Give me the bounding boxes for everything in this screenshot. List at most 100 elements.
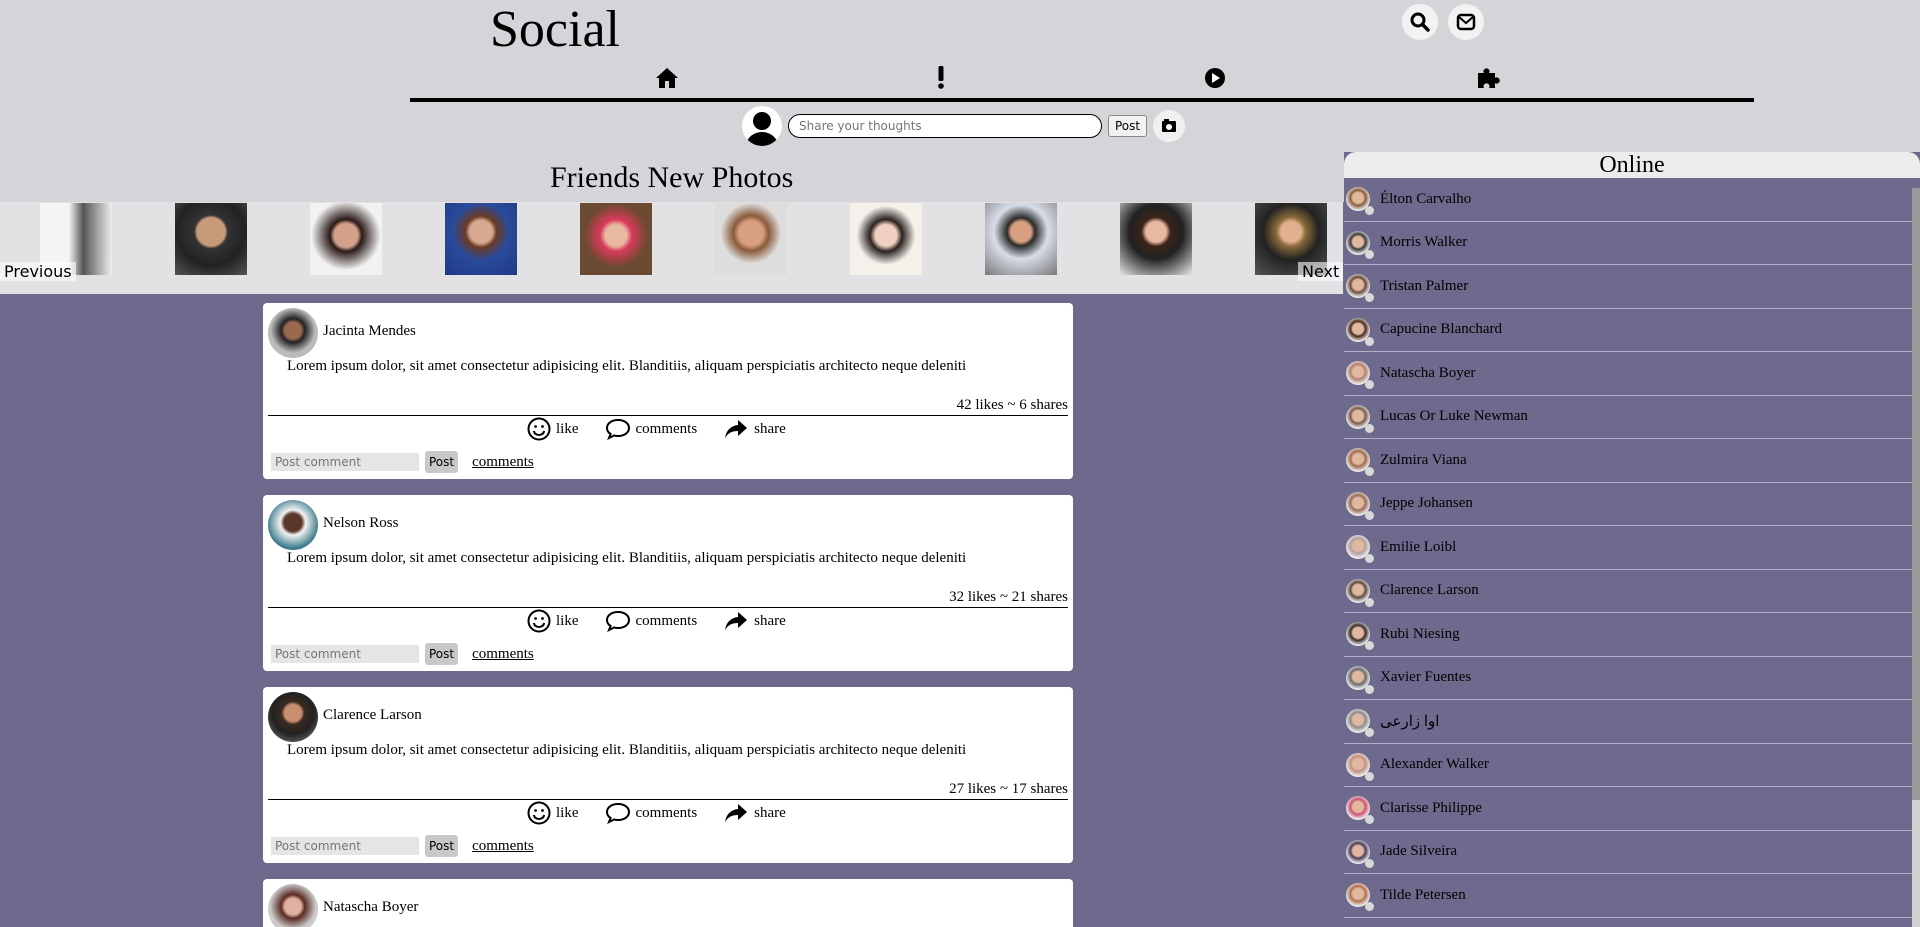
online-user-item[interactable]: Morris Walker [1344,222,1912,265]
post-text: Lorem ipsum dolor, sit amet consectetur … [287,742,967,758]
comment-input[interactable] [271,645,419,663]
online-user-name: Xavier Fuentes [1380,669,1472,686]
post-stats: 27 likes ~ 17 shares [949,781,1068,797]
post-author-avatar[interactable] [268,308,318,358]
post-card: Natascha Boyer [263,879,1073,927]
comment-row: Post comments [271,835,534,857]
comments-button[interactable]: comments [605,418,697,440]
post-author-name[interactable]: Clarence Larson [323,707,422,724]
comment-bubble-icon [605,610,630,632]
online-user-item[interactable]: Tilde Petersen [1344,874,1912,918]
post-actions: like comments share [527,417,786,441]
online-user-item[interactable]: Emilie Loibl [1344,526,1912,570]
alert-icon[interactable] [925,62,957,94]
online-scroll-thumb[interactable] [1912,188,1920,800]
comment-input[interactable] [271,453,419,471]
online-user-name: Emilie Loibl [1380,538,1457,555]
online-user-name: Clarisse Philippe [1380,799,1483,816]
home-icon[interactable] [651,62,683,94]
brand-logo[interactable]: Social [490,2,620,58]
share-thoughts-input[interactable] [788,114,1102,138]
comment-post-button[interactable]: Post [425,643,459,665]
photos-next-button[interactable]: Next [1298,262,1344,281]
online-user-name: Natascha Boyer [1380,364,1476,381]
online-user-name: Lucas Or Luke Newman [1380,408,1528,425]
online-user-item[interactable]: Clarisse Philippe [1344,787,1912,831]
main-nav [410,56,1754,102]
comments-link[interactable]: comments [472,454,534,471]
online-user-item[interactable]: Xavier Fuentes [1344,657,1912,700]
post-text: Lorem ipsum dolor, sit amet consectetur … [287,550,967,566]
post-author-name[interactable]: Nelson Ross [323,515,398,532]
post-author-avatar[interactable] [268,500,318,550]
online-user-item[interactable]: Clarence Larson [1344,570,1912,613]
online-panel: Online Élton Carvalho Morris Walker Trista… [1344,152,1920,927]
friend-photo[interactable] [985,203,1057,275]
online-status-dot [1365,380,1374,389]
online-user-item[interactable]: Tristan Palmer [1344,265,1912,309]
share-arrow-icon [725,612,748,630]
online-status-dot [1365,423,1374,433]
online-user-item[interactable]: Élton Carvalho [1344,178,1912,222]
play-icon[interactable] [1199,62,1231,94]
online-user-item[interactable]: Lucas Or Luke Newman [1344,396,1912,439]
online-user-item[interactable]: Alexander Walker [1344,744,1912,787]
share-button[interactable]: share [723,610,786,632]
post-author-avatar[interactable] [268,692,318,742]
online-user-item[interactable]: Jeppe Johansen [1344,483,1912,526]
composer-post-button[interactable]: Post [1108,115,1148,137]
friend-photo[interactable] [850,203,922,275]
comment-post-button[interactable]: Post [425,451,459,473]
post-author-name[interactable]: Natascha Boyer [323,899,418,916]
like-label: like [556,612,579,629]
online-status-dot [1365,467,1374,476]
comments-link[interactable]: comments [472,646,534,663]
online-user-item[interactable]: Jade Silveira [1344,831,1912,874]
post-author-name[interactable]: Jacinta Mendes [323,323,416,340]
online-user-item[interactable]: Capucine Blanchard [1344,309,1912,352]
photos-previous-button[interactable]: Previous [0,262,76,281]
mail-icon[interactable] [1448,4,1484,40]
comments-button[interactable]: comments [605,802,697,824]
post-author-avatar[interactable] [268,884,318,927]
share-button[interactable]: share [723,802,786,824]
online-user-name: Clarence Larson [1380,582,1479,599]
like-button[interactable]: like [527,609,579,633]
online-status-dot [1365,771,1374,781]
online-status-dot [1365,510,1374,520]
online-status-dot [1365,206,1374,215]
comment-post-button[interactable]: Post [425,835,459,857]
online-status-dot [1365,684,1374,694]
online-user-list: Élton Carvalho Morris Walker Tristan Palme… [1344,178,1912,918]
online-status-dot [1365,293,1374,302]
like-button[interactable]: like [527,417,579,441]
friend-photo[interactable] [1120,203,1192,275]
friend-photo[interactable] [310,203,382,275]
comment-input[interactable] [271,837,419,855]
search-icon[interactable] [1402,4,1438,40]
online-user-item[interactable]: Natascha Boyer [1344,352,1912,396]
online-user-item[interactable]: اوا زارعی [1344,700,1912,744]
post-text: Lorem ipsum dolor, sit amet consectetur … [287,358,967,374]
online-user-item[interactable]: Rubi Niesing [1344,613,1912,657]
online-title: Online [1344,152,1920,178]
user-avatar-icon[interactable] [742,106,782,146]
comments-link[interactable]: comments [472,838,534,855]
online-user-name: Tilde Petersen [1380,886,1466,903]
friend-photo[interactable] [715,203,787,275]
online-status-dot [1365,902,1374,911]
comment-bubble-icon [605,418,630,440]
comment-bubble-icon [605,802,630,824]
comments-button[interactable]: comments [605,610,697,632]
online-status-dot [1365,336,1374,346]
share-button[interactable]: share [723,418,786,440]
online-status-dot [1365,641,1374,650]
puzzle-icon[interactable] [1473,62,1505,94]
camera-icon[interactable] [1153,110,1186,142]
share-arrow-icon [725,420,748,438]
online-user-item[interactable]: Zulmira Viana [1344,439,1912,483]
friend-photo[interactable] [580,203,652,275]
like-button[interactable]: like [527,801,579,825]
friend-photo[interactable] [445,203,517,275]
friend-photo[interactable] [175,203,247,275]
